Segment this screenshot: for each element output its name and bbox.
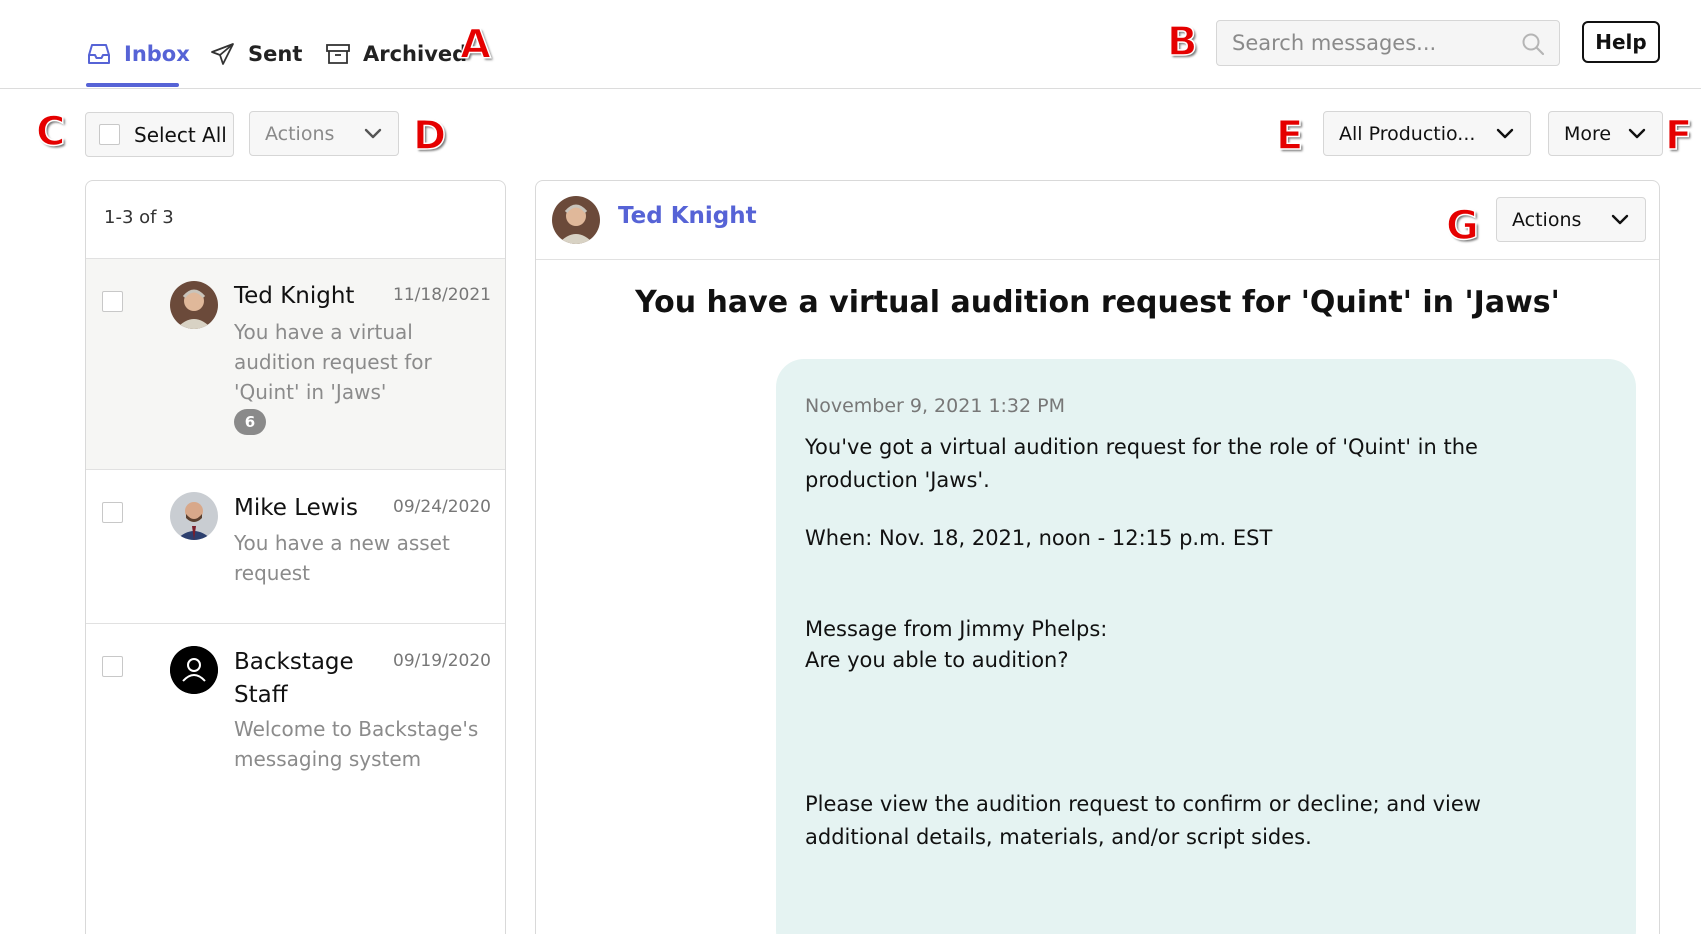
message-paragraph: When: Nov. 18, 2021, noon - 12:15 p.m. E… [805, 526, 1273, 550]
archive-box-icon [326, 44, 350, 64]
message-list-panel: 1-3 of 3 Ted Knight 11/18/2021 You have … [85, 180, 506, 934]
select-all-control[interactable]: Select All [85, 112, 234, 157]
divider [536, 259, 1659, 260]
annotation-f: F [1664, 113, 1693, 159]
message-subject: You have a virtual audition request for … [635, 285, 1560, 320]
avatar [552, 196, 600, 244]
avatar [170, 281, 218, 329]
message-date: 09/19/2020 [393, 651, 491, 671]
list-count: 1-3 of 3 [104, 207, 174, 228]
annotation-a: A [459, 22, 491, 68]
avatar [170, 492, 218, 540]
message-paragraph: Message from Jimmy Phelps: [805, 617, 1108, 641]
top-nav: Inbox Sent Archived Help [0, 0, 1701, 89]
more-label: More [1564, 122, 1612, 145]
user-icon [170, 646, 218, 694]
message-date: 11/18/2021 [393, 285, 491, 305]
sender-name: Backstage Staff [234, 649, 354, 708]
productions-filter-dropdown[interactable]: All Productio... [1323, 111, 1531, 156]
detail-sender-link[interactable]: Ted Knight [618, 203, 757, 229]
message-preview: You have a virtual audition request for … [234, 320, 432, 404]
tab-archived[interactable]: Archived [325, 36, 467, 72]
tab-archived-label: Archived [363, 42, 468, 66]
message-actions-dropdown[interactable]: Actions [1496, 197, 1646, 242]
annotation-b: B [1166, 19, 1198, 65]
tab-sent-label: Sent [248, 42, 303, 66]
search-input[interactable] [1217, 21, 1517, 65]
message-list-item[interactable]: Mike Lewis 09/24/2020 You have a new ass… [86, 470, 505, 624]
chevron-down-icon [1496, 128, 1514, 139]
search-icon[interactable] [1521, 32, 1545, 56]
chevron-down-icon [1628, 128, 1646, 139]
productions-filter-label: All Productio... [1339, 122, 1476, 145]
inbox-icon [88, 44, 110, 64]
message-paragraph: You've got a virtual audition request fo… [805, 435, 1478, 492]
annotation-g: G [1445, 203, 1479, 249]
message-list-item[interactable]: Ted Knight 11/18/2021 You have a virtual… [86, 259, 505, 470]
message-paragraph: Are you able to audition? [805, 648, 1069, 672]
select-all-label: Select All [134, 122, 227, 147]
more-dropdown[interactable]: More [1548, 111, 1663, 156]
chevron-down-icon [1611, 214, 1629, 225]
bulk-actions-label: Actions [265, 122, 335, 145]
message-preview: Welcome to Backstage's messaging system [234, 717, 479, 771]
paper-plane-icon [211, 43, 234, 65]
sender-name: Mike Lewis [234, 495, 358, 521]
message-list-item[interactable]: Backstage Staff 09/19/2020 Welcome to Ba… [86, 624, 505, 814]
message-preview: You have a new asset request [234, 531, 450, 585]
message-count-badge: 6 [234, 409, 266, 435]
chevron-down-icon [364, 128, 382, 139]
bulk-actions-dropdown[interactable]: Actions [249, 111, 399, 156]
annotation-c: C [35, 109, 66, 155]
tab-inbox-label: Inbox [124, 42, 190, 66]
avatar [170, 646, 218, 694]
search-box [1216, 20, 1560, 66]
help-button[interactable]: Help [1582, 21, 1660, 63]
message-bubble: November 9, 2021 1:32 PM You've got a vi… [776, 359, 1636, 934]
annotation-d: D [412, 113, 447, 159]
active-tab-indicator [86, 83, 179, 87]
message-checkbox[interactable] [102, 502, 123, 523]
sender-name: Ted Knight [234, 283, 355, 309]
message-date: 09/24/2020 [393, 497, 491, 517]
tab-inbox[interactable]: Inbox [86, 36, 190, 72]
message-checkbox[interactable] [102, 656, 123, 677]
tab-sent[interactable]: Sent [210, 36, 302, 72]
message-checkbox[interactable] [102, 291, 123, 312]
message-paragraph: Please view the audition request to conf… [805, 792, 1481, 849]
annotation-e: E [1275, 113, 1304, 159]
message-timestamp: November 9, 2021 1:32 PM [805, 395, 1065, 417]
message-detail-panel: Ted Knight You have a virtual audition r… [535, 180, 1660, 934]
message-actions-label: Actions [1512, 208, 1582, 231]
select-all-checkbox[interactable] [99, 124, 120, 145]
